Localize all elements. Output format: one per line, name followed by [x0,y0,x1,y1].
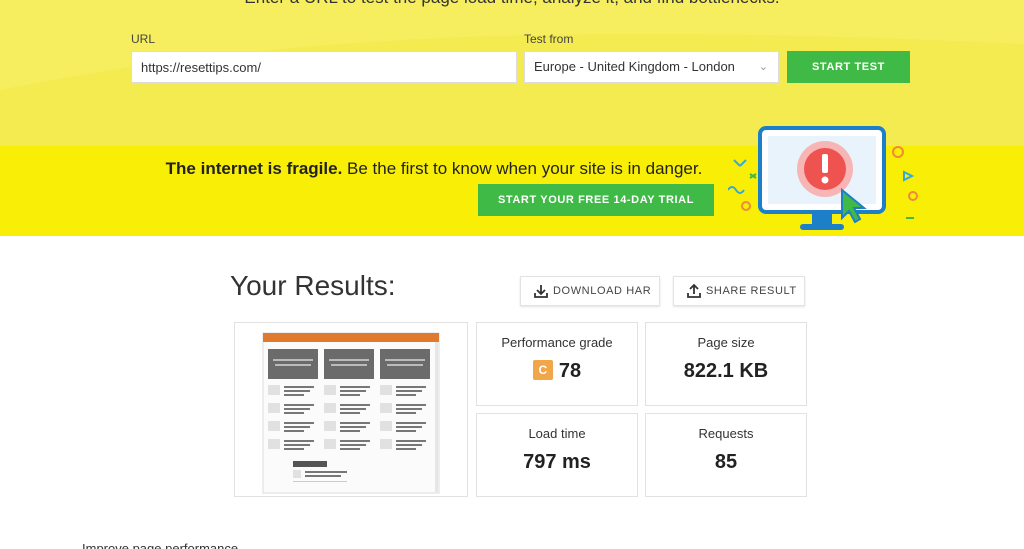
download-har-label: DOWNLOAD HAR [553,285,652,297]
page-size-card: Page size 822.1 KB [645,322,807,406]
load-time-card: Load time 797 ms [476,413,638,497]
intro-text: Enter a URL to test the page load time, … [0,0,1024,8]
share-result-button[interactable]: SHARE RESULT [673,276,805,306]
url-label: URL [131,32,156,46]
improve-performance-heading: Improve page performance [82,541,239,549]
free-trial-button[interactable]: START YOUR FREE 14-DAY TRIAL [478,184,714,216]
page-screenshot-image [262,332,440,494]
load-time-value: 797 ms [523,451,591,473]
performance-grade-card: Performance grade C 78 [476,322,638,406]
url-input[interactable] [131,51,517,83]
requests-label: Requests [698,426,754,441]
chevron-down-icon: ⌄ [758,61,768,73]
start-test-button[interactable]: START TEST [787,51,910,83]
monitor-alert-illustration [728,126,918,230]
monitoring-banner: The internet is fragile. Be the first to… [0,126,1024,236]
load-time-label: Load time [528,426,586,441]
download-icon [534,285,548,298]
test-location-value: Europe - United Kingdom - London [534,59,735,74]
requests-value: 85 [714,451,738,473]
banner-bold-text: The internet is fragile. [165,159,343,178]
test-from-label: Test from [524,32,574,46]
banner-text: Be the first to know when your site is i… [342,159,703,178]
requests-card: Requests 85 [645,413,807,497]
performance-grade-label: Performance grade [501,335,613,350]
share-icon [687,283,701,298]
performance-grade-value: C 78 [477,360,637,383]
grade-score: 78 [558,360,582,382]
grade-letter-badge: C [532,360,553,380]
page-size-value: 822.1 KB [683,360,769,382]
share-result-label: SHARE RESULT [706,285,797,297]
test-location-select[interactable]: Europe - United Kingdom - London ⌄ [524,51,779,83]
page-size-label: Page size [697,335,755,350]
page-screenshot-thumbnail [234,322,468,497]
results-title: Your Results: [230,270,396,301]
download-har-button[interactable]: DOWNLOAD HAR [520,276,660,306]
